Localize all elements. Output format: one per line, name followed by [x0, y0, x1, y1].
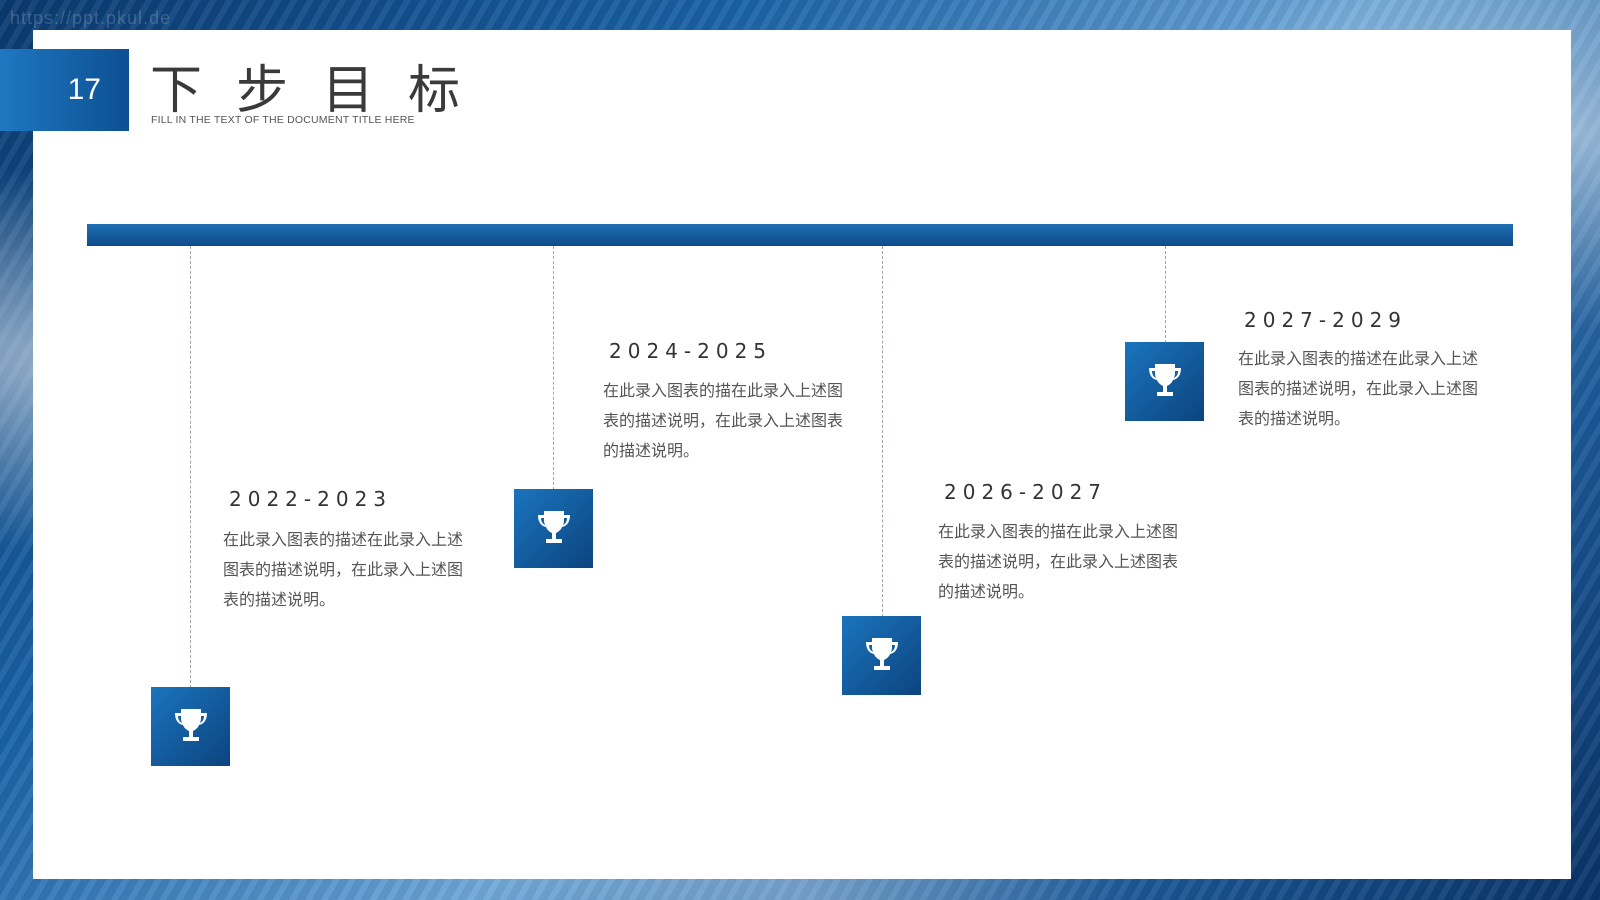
connector-line	[1165, 246, 1166, 343]
milestone-description: 在此录入图表的描在此录入上述图表的描述说明，在此录入上述图表的描述说明。	[938, 522, 1179, 601]
milestone-description: 在此录入图表的描在此录入上述图表的描述说明，在此录入上述图表的描述说明。	[603, 381, 844, 460]
milestone-year: 2022-2023	[229, 487, 393, 511]
trophy-icon	[537, 510, 570, 543]
trophy-icon	[174, 708, 207, 741]
milestone-description: 在此录入图表的描述在此录入上述图表的描述说明，在此录入上述图表的描述说明。	[1238, 349, 1479, 428]
connector-line	[190, 246, 191, 688]
milestone-icon-box	[842, 616, 921, 695]
milestone-icon-box	[514, 489, 593, 568]
trophy-icon	[865, 637, 898, 670]
milestone-icon-box	[151, 687, 230, 766]
milestone-year: 2024-2025	[609, 339, 773, 363]
milestone-description: 在此录入图表的描述在此录入上述图表的描述说明，在此录入上述图表的描述说明。	[223, 530, 464, 609]
connector-line	[553, 246, 554, 490]
connector-line	[882, 246, 883, 617]
slide-title: 下步目标	[150, 61, 495, 121]
slide-number: 17	[67, 73, 101, 106]
watermark-url: https://ppt.pkul.de	[10, 8, 172, 28]
milestone-year: 2026-2027	[944, 480, 1108, 504]
milestone-year: 2027-2029	[1244, 308, 1408, 332]
milestone-icon-box	[1125, 342, 1204, 421]
slide-number-badge: 17	[0, 49, 129, 131]
timeline-bar	[87, 224, 1513, 246]
trophy-icon	[1148, 363, 1181, 396]
slide-subtitle: FILL IN THE TEXT OF THE DOCUMENT TITLE H…	[151, 114, 415, 126]
